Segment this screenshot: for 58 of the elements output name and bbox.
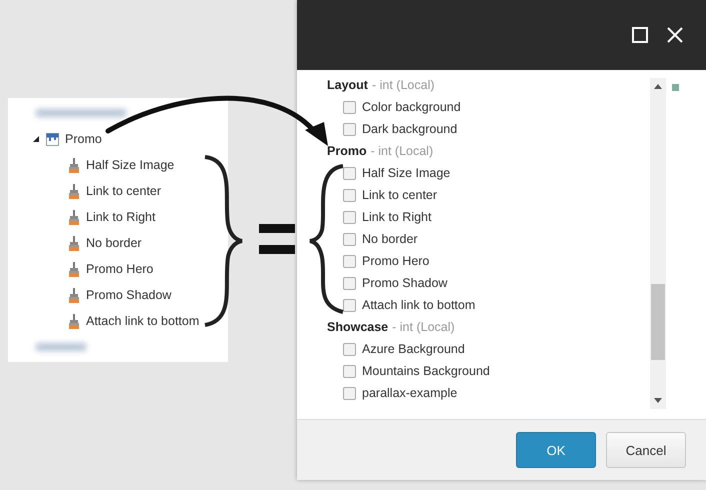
group-type: - int (Local) xyxy=(392,320,455,334)
checkbox-label[interactable]: Half Size Image xyxy=(362,166,450,180)
checkbox[interactable] xyxy=(343,254,356,268)
tree-item[interactable]: Promo Hero xyxy=(86,262,154,276)
checkbox-label[interactable]: Mountains Background xyxy=(362,364,490,378)
status-square xyxy=(672,84,679,91)
tree-item[interactable]: Link to Right xyxy=(86,210,156,224)
checkbox[interactable] xyxy=(343,386,356,400)
checkbox-label[interactable]: Dark background xyxy=(362,122,458,136)
checkbox-label[interactable]: Attach link to bottom xyxy=(362,298,476,312)
checkbox[interactable] xyxy=(343,122,356,136)
checkbox[interactable] xyxy=(343,276,356,290)
paintbrush-icon xyxy=(68,210,80,224)
checkbox[interactable] xyxy=(343,232,356,246)
maximize-icon[interactable] xyxy=(632,27,648,43)
paintbrush-icon xyxy=(68,262,80,276)
tree-item[interactable]: Attach link to bottom xyxy=(86,314,200,328)
scroll-down-icon[interactable] xyxy=(654,398,662,403)
group-type: - int (Local) xyxy=(370,144,434,158)
checkbox-label[interactable]: parallax-example xyxy=(362,386,458,400)
blurred-tree-item xyxy=(36,343,86,351)
tree-item[interactable]: Link to center xyxy=(86,184,162,198)
checkbox[interactable] xyxy=(343,364,356,378)
paintbrush-icon xyxy=(68,288,80,302)
paintbrush-icon xyxy=(68,236,80,250)
scroll-up-icon[interactable] xyxy=(654,84,662,89)
paintbrush-icon xyxy=(68,184,80,198)
group-title: Promo xyxy=(327,144,367,158)
scrollbar-thumb[interactable] xyxy=(651,284,665,360)
checkbox-label[interactable]: Color background xyxy=(362,100,461,114)
checkbox-label[interactable]: No border xyxy=(362,232,418,246)
expand-arrow-icon[interactable] xyxy=(32,135,40,143)
group-title: Layout xyxy=(327,78,368,92)
checkbox-label[interactable]: Promo Hero xyxy=(362,254,430,268)
checkbox[interactable] xyxy=(343,342,356,356)
tree-item[interactable]: Promo xyxy=(65,132,102,146)
equals-sign xyxy=(259,224,295,254)
close-icon[interactable] xyxy=(667,27,683,43)
paintbrush-icon xyxy=(68,314,80,328)
scrollbar[interactable] xyxy=(650,78,666,409)
checkbox[interactable] xyxy=(343,166,356,180)
checkbox-label[interactable]: Promo Shadow xyxy=(362,276,448,290)
group-type: - int (Local) xyxy=(372,78,435,92)
checkbox[interactable] xyxy=(343,188,356,202)
checkbox[interactable] xyxy=(343,100,356,114)
checkbox-label[interactable]: Azure Background xyxy=(362,342,465,356)
tree-item[interactable]: Promo Shadow xyxy=(86,288,172,302)
ok-button[interactable]: OK xyxy=(516,432,596,468)
paintbrush-icon xyxy=(68,158,80,172)
checkbox-label[interactable]: Link to center xyxy=(362,188,438,202)
checkbox-label[interactable]: Link to Right xyxy=(362,210,432,224)
group-title: Showcase xyxy=(327,320,388,334)
template-icon xyxy=(46,132,59,146)
tree-item[interactable]: No border xyxy=(86,236,142,250)
cancel-button[interactable]: Cancel xyxy=(606,432,686,468)
checkbox[interactable] xyxy=(343,298,356,312)
checkbox[interactable] xyxy=(343,210,356,224)
tree-item[interactable]: Half Size Image xyxy=(86,158,174,172)
